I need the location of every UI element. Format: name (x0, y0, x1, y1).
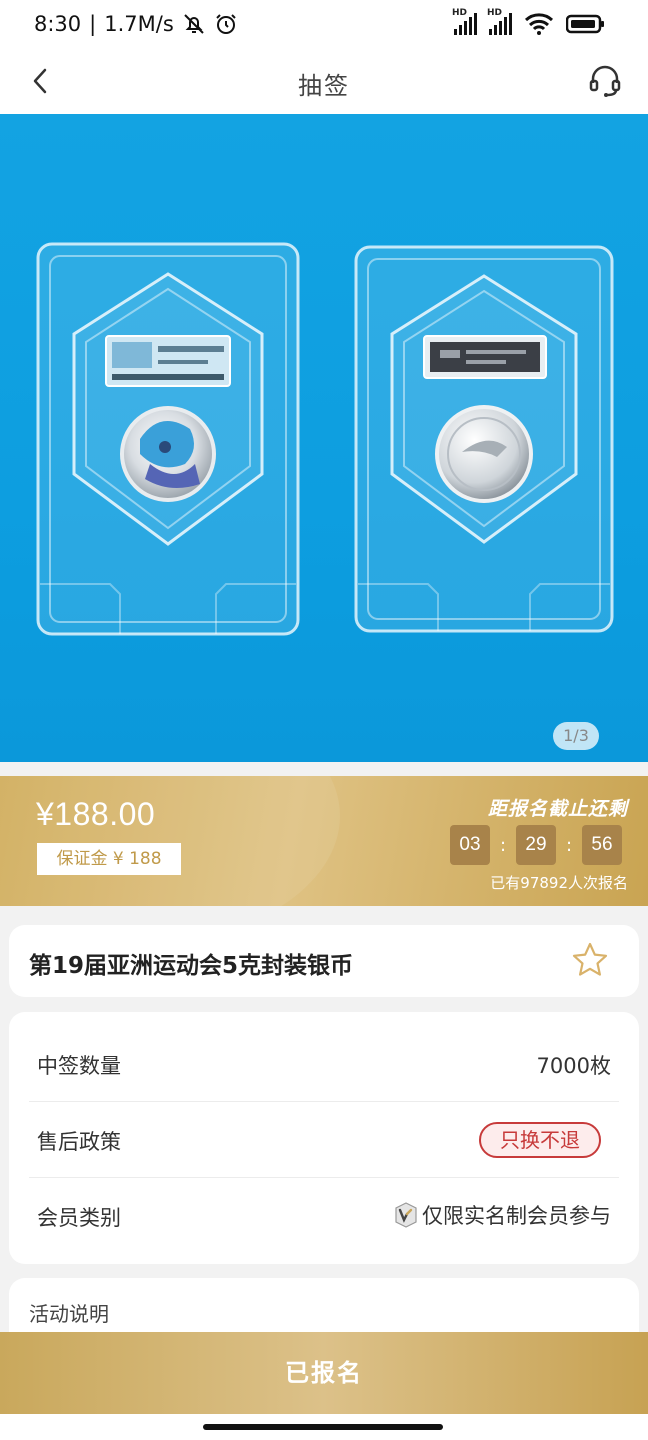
status-net-speed: 1.7M/s (104, 12, 174, 36)
page-title: 抽签 (298, 72, 350, 100)
home-bar-area (0, 1414, 648, 1440)
product-image (36, 242, 614, 636)
product-image-carousel[interactable]: 1/3 (0, 114, 648, 762)
home-indicator[interactable] (203, 1424, 443, 1430)
verified-member-icon (395, 1202, 417, 1228)
image-counter: 1/3 (553, 722, 599, 750)
product-title-card: 第19届亚洲运动会5克封装银币 (9, 925, 639, 997)
countdown-seconds: 56 (582, 825, 622, 865)
coin-case-back (354, 245, 614, 633)
nav-bar: 抽签 (0, 52, 648, 114)
status-divider: | (89, 12, 97, 36)
info-label: 中签数量 (37, 1054, 121, 1078)
status-right: HD HD (452, 8, 606, 36)
info-label: 会员类别 (37, 1206, 121, 1230)
info-row-after-sales: 售后政策 只换不退 (29, 1102, 619, 1178)
status-time: 8:30 (34, 12, 82, 36)
countdown-separator: : (565, 834, 573, 856)
policy-badge: 只换不退 (479, 1122, 601, 1158)
countdown-separator: : (499, 834, 507, 856)
wifi-icon (524, 13, 554, 35)
info-row-member-type: 会员类别 仅限实名制会员参与 (29, 1178, 619, 1254)
deposit-badge: 保证金 ¥ 188 (37, 843, 181, 875)
status-bar: 8:30 | 1.7M/s HD HD (0, 0, 648, 52)
countdown-timer: 03 : 29 : 56 (450, 825, 622, 865)
info-value: 仅限实名制会员参与 (422, 1204, 611, 1228)
countdown-minutes: 29 (516, 825, 556, 865)
customer-service-headset-icon[interactable] (586, 62, 624, 100)
description-title: 活动说明 (29, 1302, 109, 1326)
info-value: 7000枚 (536, 1054, 611, 1078)
countdown-hours: 03 (450, 825, 490, 865)
countdown-title: 距报名截止还剩 (487, 798, 628, 820)
star-outline-icon[interactable] (571, 941, 609, 979)
price-banner: ¥188.00 保证金 ¥ 188 距报名截止还剩 03 : 29 : 56 已… (0, 776, 648, 906)
product-title: 第19届亚洲运动会5克封装银币 (29, 953, 354, 979)
price: ¥188.00 (36, 796, 156, 832)
battery-icon (566, 14, 604, 34)
info-row-quantity: 中签数量 7000枚 (29, 1026, 619, 1102)
status-left: 8:30 | 1.7M/s (34, 12, 238, 36)
info-card: 中签数量 7000枚 售后政策 只换不退 会员类别 仅限实名制会员参与 (9, 1012, 639, 1264)
signal-hd-icon: HD (452, 8, 477, 35)
signal-hd-icon: HD (487, 8, 512, 35)
bell-off-icon (184, 14, 204, 34)
member-requirement: 仅限实名制会员参与 (394, 1200, 611, 1230)
info-label: 售后政策 (37, 1130, 121, 1154)
registered-button[interactable]: 已报名 (0, 1332, 648, 1414)
signup-count: 已有97892人次报名 (490, 874, 628, 892)
coin-case-front (36, 242, 300, 636)
alarm-icon (216, 14, 236, 34)
